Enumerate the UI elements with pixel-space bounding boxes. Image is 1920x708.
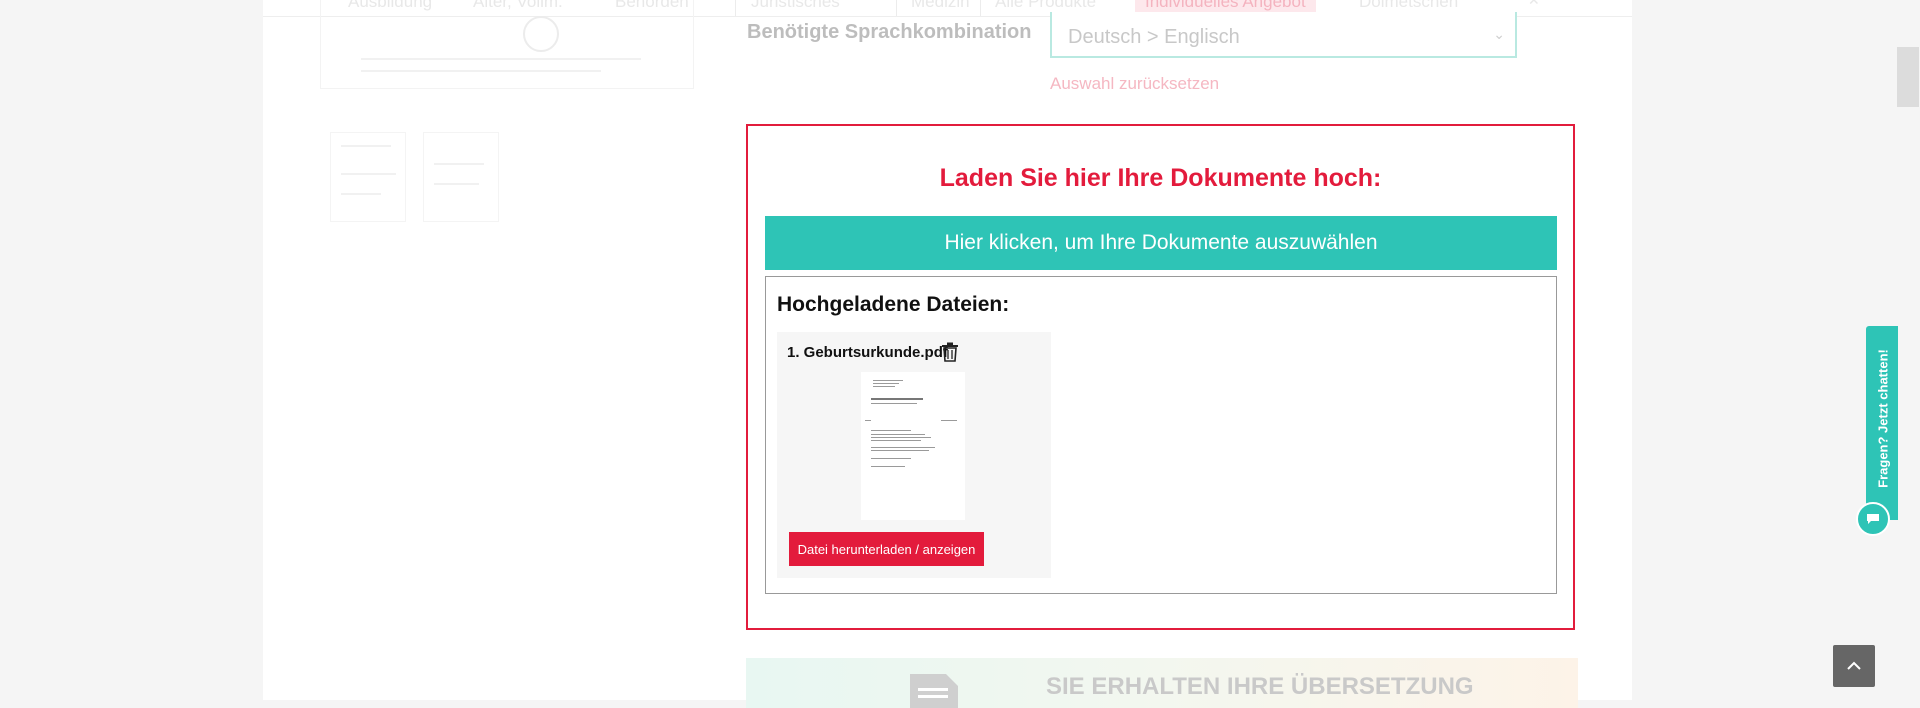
file-name: 1. Geburtsurkunde.pdf <box>787 344 948 361</box>
product-thumbnail[interactable] <box>423 132 499 222</box>
product-image-preview <box>320 0 694 89</box>
download-file-button[interactable]: Datei herunterladen / anzeigen <box>789 532 984 566</box>
chevron-up-icon <box>1847 661 1861 670</box>
upload-panel: Laden Sie hier Ihre Dokumente hoch: Hier… <box>746 124 1575 630</box>
language-select-value: Deutsch > Englisch <box>1068 26 1240 48</box>
trash-icon[interactable] <box>941 342 959 362</box>
chevron-down-icon: ⌄ <box>1493 26 1505 42</box>
close-icon[interactable]: ✕ <box>1528 0 1540 9</box>
nav-divider <box>896 0 897 16</box>
language-select[interactable]: Deutsch > Englisch ⌄ <box>1050 12 1517 58</box>
delivery-banner: SIE ERHALTEN IHRE ÜBERSETZUNG <box>746 658 1578 708</box>
banner-text: SIE ERHALTEN IHRE ÜBERSETZUNG <box>1046 673 1474 700</box>
chat-tab[interactable]: Fragen? Jetzt chatten! <box>1866 326 1898 520</box>
nav-divider <box>980 0 981 16</box>
nav-item[interactable]: Dolmetschen <box>1359 0 1458 12</box>
nav-divider <box>735 0 736 16</box>
nav-item[interactable]: Medizin <box>911 0 970 12</box>
reset-selection-link[interactable]: Auswahl zurücksetzen <box>1050 74 1219 94</box>
document-icon <box>910 674 958 708</box>
uploaded-files-box: Hochgeladene Dateien: 1. Geburtsurkunde.… <box>765 276 1557 594</box>
language-label: Benötigte Sprachkombination <box>747 21 1032 43</box>
nav-item[interactable]: Alle Produkte <box>995 0 1096 12</box>
product-thumbnail[interactable] <box>330 132 406 222</box>
chat-tab-label: Fragen? Jetzt chatten! <box>1875 349 1891 488</box>
document-thumbnail[interactable] <box>861 372 965 520</box>
file-card: 1. Geburtsurkunde.pdf Datei herunterlade… <box>777 332 1051 578</box>
back-to-top-button[interactable] <box>1833 645 1875 687</box>
choose-documents-button[interactable]: Hier klicken, um Ihre Dokumente auszuwäh… <box>765 216 1557 270</box>
upload-title: Laden Sie hier Ihre Dokumente hoch: <box>939 164 1382 192</box>
uploaded-files-heading: Hochgeladene Dateien: <box>777 293 1010 316</box>
chat-bubble-icon <box>1867 514 1879 524</box>
chat-bubble-icon[interactable] <box>1856 502 1890 536</box>
nav-item[interactable]: Juristisches <box>751 0 840 12</box>
seal-icon <box>523 16 559 52</box>
scrollbar-thumb[interactable] <box>1897 47 1919 107</box>
